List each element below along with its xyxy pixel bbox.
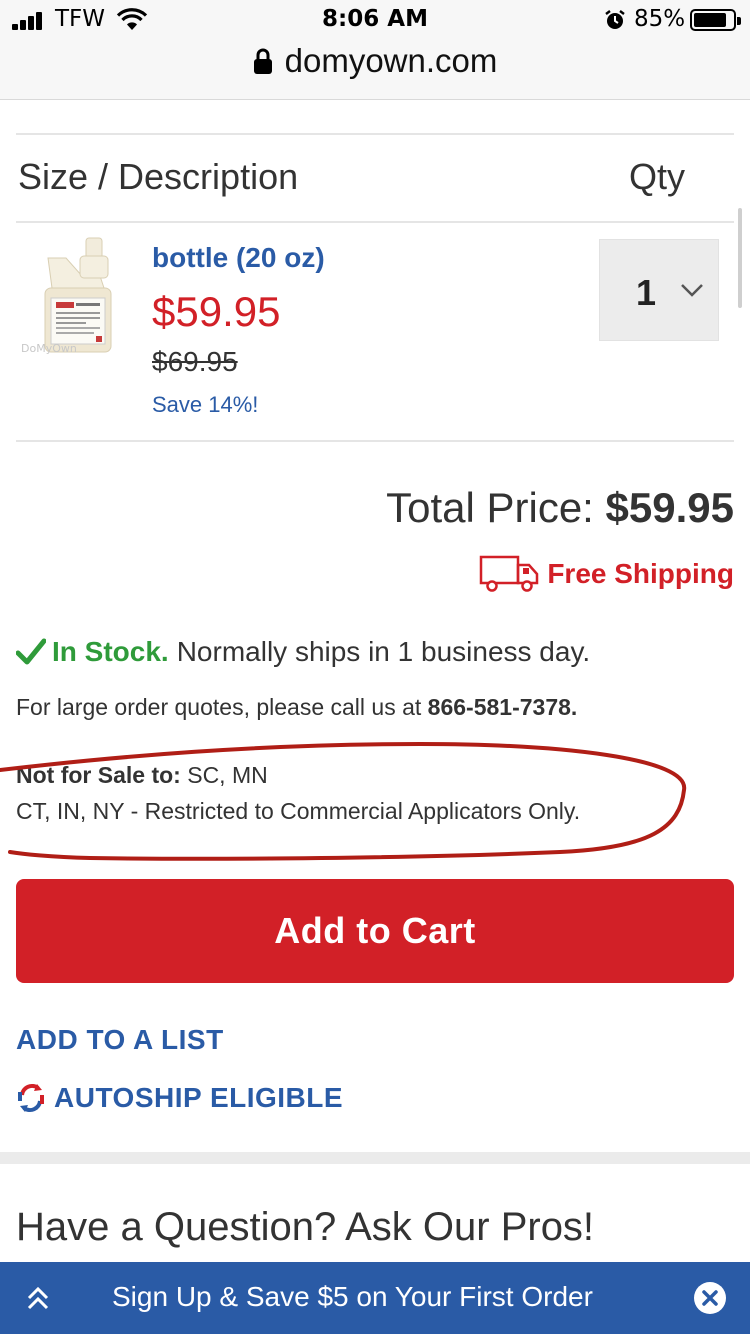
close-promo-button[interactable] [694, 1282, 726, 1314]
original-price: $69.95 [152, 346, 238, 377]
restricted-states-line: CT, IN, NY - Restricted to Commercial Ap… [16, 798, 581, 824]
scrollbar[interactable] [738, 208, 742, 308]
large-order-quote: For large order quotes, please call us a… [16, 694, 577, 721]
close-icon [702, 1290, 718, 1306]
battery-icon [690, 9, 741, 31]
chevron-down-icon [681, 284, 703, 297]
total-price-value: $59.95 [605, 484, 734, 531]
quantity-select[interactable]: 1 [599, 239, 719, 341]
divider [16, 440, 734, 442]
autoship-eligible-link[interactable]: AUTOSHIP ELIGIBLE [16, 1082, 343, 1114]
status-bar: TFW 8:06 AM 85% [0, 0, 750, 40]
column-header-qty: Qty [629, 156, 686, 197]
url-domain: domyown.com [284, 42, 498, 79]
not-for-sale-states: SC, MN [187, 762, 268, 788]
promo-text: Sign Up & Save $5 on Your First Order [112, 1281, 593, 1312]
url-bar[interactable]: domyown.com [0, 42, 750, 80]
stock-status: In Stock. Normally ships in 1 business d… [16, 636, 590, 668]
add-to-cart-button[interactable]: Add to Cart [16, 879, 734, 983]
in-stock-label: In Stock. [52, 636, 169, 667]
sale-price: $59.95 [152, 288, 281, 335]
image-watermark: DoMyOwn [21, 342, 77, 355]
quote-text: For large order quotes, please call us a… [16, 694, 422, 720]
free-shipping-badge: Free Shipping [479, 554, 734, 594]
not-for-sale-label: Not for Sale to: [16, 762, 181, 788]
column-header-size: Size / Description [18, 156, 299, 197]
quote-phone-link[interactable]: 866-581-7378. [428, 694, 578, 720]
not-for-sale-line: Not for Sale to: SC, MN [16, 762, 268, 789]
browser-top-bar: TFW 8:06 AM 85% domyown.com [0, 0, 750, 100]
checkmark-icon [16, 638, 46, 665]
signup-promo-bar[interactable]: Sign Up & Save $5 on Your First Order [0, 1262, 750, 1334]
question-heading: Have a Question? Ask Our Pros! [16, 1205, 595, 1249]
savings-label: Save 14%! [152, 392, 259, 417]
section-divider [0, 1152, 750, 1164]
free-shipping-label: Free Shipping [547, 558, 734, 589]
autoship-arrows-icon [18, 1083, 44, 1113]
truck-icon [480, 555, 539, 592]
add-to-list-link[interactable]: ADD TO A LIST [16, 1024, 224, 1056]
battery-percent: 85% [634, 6, 686, 32]
lock-icon [253, 48, 272, 74]
total-price: Total Price: $59.95 [386, 484, 734, 532]
total-price-label: Total Price: [386, 484, 594, 531]
product-image[interactable]: DoMyOwn [20, 236, 138, 360]
ship-time-note: Normally ships in 1 business day. [176, 636, 591, 667]
double-chevron-up-icon[interactable] [24, 1284, 52, 1312]
product-name[interactable]: bottle (20 oz) [152, 242, 325, 274]
autoship-label: AUTOSHIP ELIGIBLE [54, 1082, 344, 1113]
divider [16, 133, 734, 135]
divider [16, 221, 734, 223]
quantity-value: 1 [636, 272, 657, 313]
alarm-icon [605, 10, 625, 29]
